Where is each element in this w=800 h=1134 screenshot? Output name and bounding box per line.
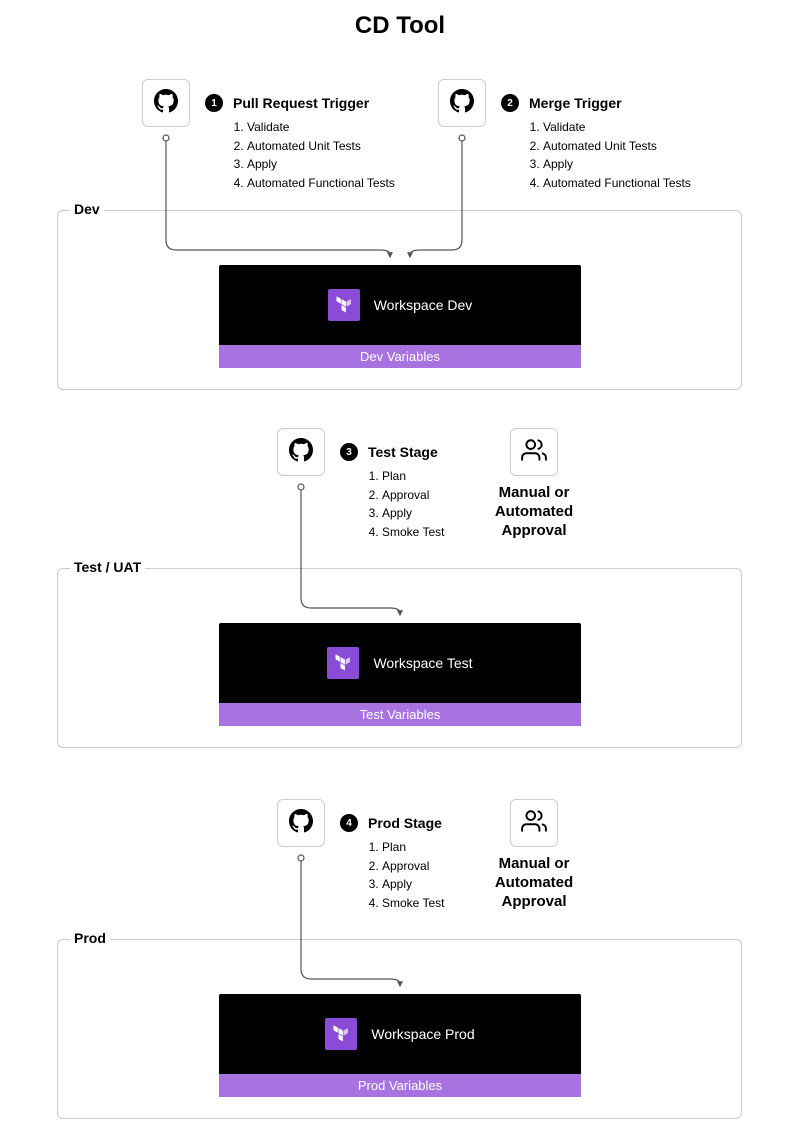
step: Apply (382, 875, 444, 894)
step: Automated Unit Tests (543, 137, 691, 156)
step: Validate (247, 118, 395, 137)
badge-2: 2 (501, 94, 519, 112)
test-trigger-name: Test Stage (368, 444, 438, 460)
step: Smoke Test (382, 894, 444, 913)
github-icon-box-merge (438, 79, 486, 127)
dev-variables-bar: Dev Variables (219, 345, 581, 368)
github-icon-box-test (277, 428, 325, 476)
step: Automated Functional Tests (247, 174, 395, 193)
dev-workspace-name: Workspace Dev (374, 297, 473, 313)
pr-trigger-name: Pull Request Trigger (233, 95, 369, 111)
test-workspace-name: Workspace Test (373, 655, 472, 671)
prod-trigger-block: 4 Prod Stage Plan Approval Apply Smoke T… (340, 814, 444, 912)
page-title: CD Tool (0, 0, 800, 60)
terraform-icon (328, 289, 360, 321)
step: Apply (543, 155, 691, 174)
merge-trigger-block: 2 Merge Trigger Validate Automated Unit … (501, 94, 691, 192)
terraform-icon (327, 647, 359, 679)
merge-trigger-steps: Validate Automated Unit Tests Apply Auto… (501, 118, 691, 192)
step: Approval (382, 486, 444, 505)
prod-variables-bar: Prod Variables (219, 1074, 581, 1097)
github-icon (289, 809, 313, 838)
github-icon-box-prod (277, 799, 325, 847)
step: Apply (247, 155, 395, 174)
prod-workspace-name: Workspace Prod (371, 1026, 474, 1042)
users-icon (521, 437, 547, 468)
prod-trigger-name: Prod Stage (368, 815, 442, 831)
github-icon (154, 89, 178, 118)
step: Smoke Test (382, 523, 444, 542)
badge-3: 3 (340, 443, 358, 461)
prod-workspace: Workspace Prod Prod Variables (219, 994, 581, 1097)
step: Automated Functional Tests (543, 174, 691, 193)
github-icon (289, 438, 313, 467)
approval-icon-box-prod (510, 799, 558, 847)
test-variables-bar: Test Variables (219, 703, 581, 726)
github-icon (450, 89, 474, 118)
step: Plan (382, 467, 444, 486)
badge-4: 4 (340, 814, 358, 832)
approval-icon-box-test (510, 428, 558, 476)
dev-stage-label: Dev (70, 201, 104, 217)
pr-trigger-block: 1 Pull Request Trigger Validate Automate… (205, 94, 395, 192)
step: Automated Unit Tests (247, 137, 395, 156)
github-icon-box-pr (142, 79, 190, 127)
test-trigger-block: 3 Test Stage Plan Approval Apply Smoke T… (340, 443, 444, 541)
step: Plan (382, 838, 444, 857)
approval-label-prod: Manual or Automated Approval (474, 855, 594, 911)
prod-trigger-steps: Plan Approval Apply Smoke Test (340, 838, 444, 912)
users-icon (521, 808, 547, 839)
dev-workspace: Workspace Dev Dev Variables (219, 265, 581, 368)
pr-trigger-steps: Validate Automated Unit Tests Apply Auto… (205, 118, 395, 192)
test-workspace: Workspace Test Test Variables (219, 623, 581, 726)
approval-label-test: Manual or Automated Approval (474, 484, 594, 540)
terraform-icon (325, 1018, 357, 1050)
step: Validate (543, 118, 691, 137)
step: Approval (382, 857, 444, 876)
badge-1: 1 (205, 94, 223, 112)
step: Apply (382, 504, 444, 523)
test-trigger-steps: Plan Approval Apply Smoke Test (340, 467, 444, 541)
prod-stage-label: Prod (70, 930, 110, 946)
test-stage-label: Test / UAT (70, 559, 145, 575)
merge-trigger-name: Merge Trigger (529, 95, 622, 111)
